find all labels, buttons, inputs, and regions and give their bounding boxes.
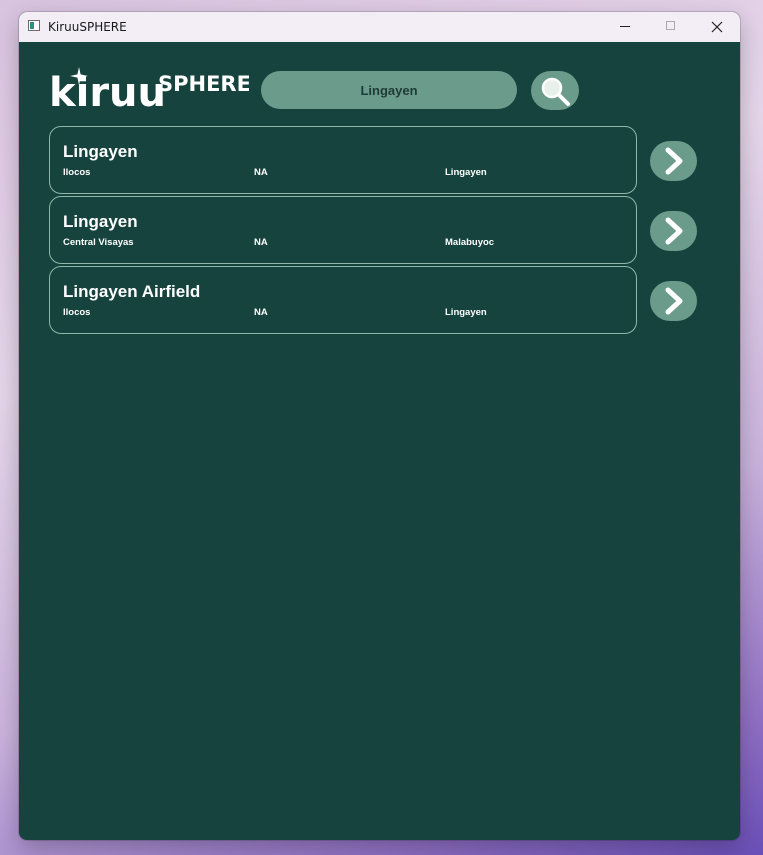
result-region: Ilocos — [63, 167, 91, 178]
result-name: Lingayen — [63, 142, 138, 161]
close-icon — [711, 21, 723, 33]
app-window: KiruuSPHERE kiruu SPHERE Lingayen Ilocos… — [19, 12, 740, 840]
result-region: Central Visayas — [63, 237, 134, 248]
kiruusphere-logo: kiruu SPHERE — [49, 67, 249, 116]
app-icon — [28, 20, 40, 31]
logo-super-text: SPHERE — [158, 72, 249, 96]
result-code: NA — [254, 307, 268, 318]
result-code: NA — [254, 167, 268, 178]
maximize-button[interactable] — [648, 12, 694, 42]
logo-main-text: kiruu — [49, 70, 166, 116]
chevron-right-icon — [665, 217, 683, 245]
result-region: Ilocos — [63, 307, 91, 318]
result-card[interactable]: Lingayen Airfield Ilocos NA Lingayen — [49, 266, 637, 334]
open-result-button[interactable] — [650, 141, 697, 181]
window-title: KiruuSPHERE — [48, 20, 127, 34]
result-card[interactable]: Lingayen Central Visayas NA Malabuyoc — [49, 196, 637, 264]
result-code: NA — [254, 237, 268, 248]
close-button[interactable] — [694, 12, 740, 42]
result-name: Lingayen — [63, 212, 138, 231]
search-button[interactable] — [531, 71, 579, 110]
search-icon — [541, 77, 570, 106]
open-result-button[interactable] — [650, 281, 697, 321]
result-card[interactable]: Lingayen Ilocos NA Lingayen — [49, 126, 637, 194]
result-city: Malabuyoc — [445, 237, 495, 248]
search-input[interactable] — [261, 71, 517, 109]
title-bar: KiruuSPHERE — [19, 12, 740, 42]
open-result-button[interactable] — [650, 211, 697, 251]
result-city: Lingayen — [445, 167, 487, 178]
result-city: Lingayen — [445, 307, 487, 318]
chevron-right-icon — [665, 147, 683, 175]
chevron-right-icon — [665, 287, 683, 315]
result-name: Lingayen Airfield — [63, 282, 201, 301]
minimize-button[interactable] — [602, 12, 648, 42]
